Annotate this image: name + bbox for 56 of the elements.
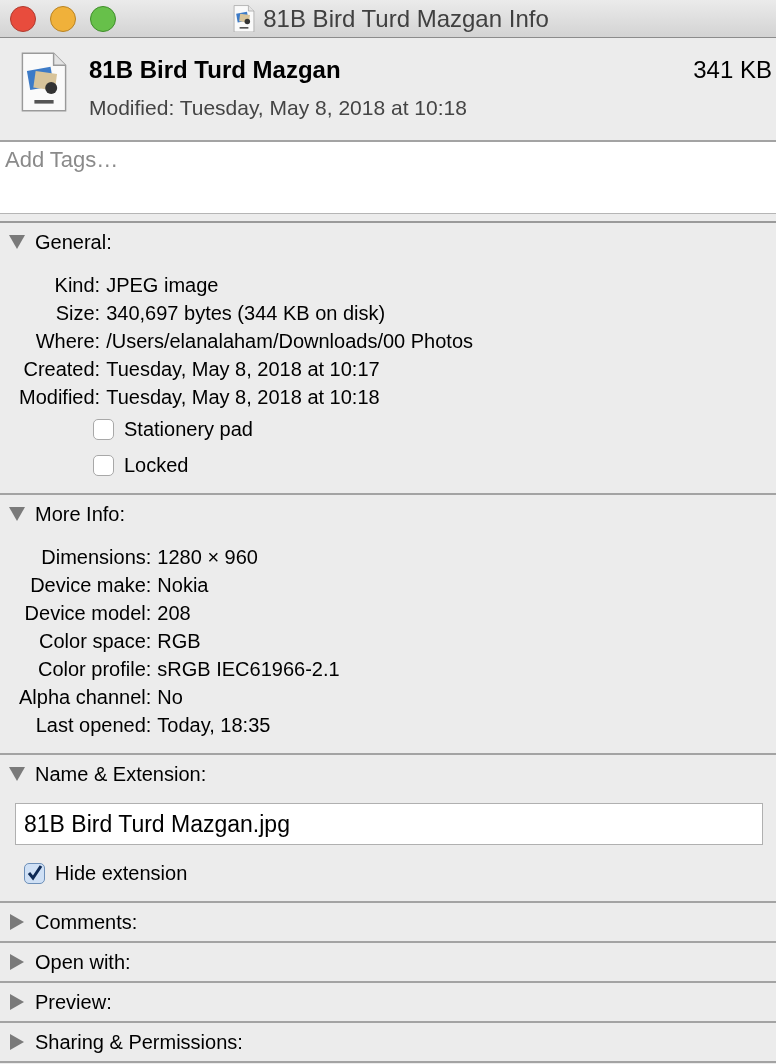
field-value: sRGB IEC61966-2.1 [157, 657, 341, 682]
field-label: Dimensions: [40, 545, 152, 570]
disclosure-triangle-icon[interactable] [10, 1034, 24, 1050]
field-label: Created: [22, 357, 101, 382]
section-title[interactable]: General: [35, 227, 112, 257]
field-label: Where: [34, 329, 101, 354]
modified-date: Modified: Tuesday, May 8, 2018 at 10:18 [89, 95, 468, 121]
image-file-icon [20, 52, 68, 112]
field-value: 340,697 bytes (344 KB on disk) [106, 301, 387, 326]
field-label: Alpha channel: [19, 685, 152, 710]
window-title: 81B Bird Turd Mazgan Info [263, 3, 549, 34]
disclosure-triangle-icon[interactable] [10, 954, 24, 970]
field-label: Device make: [29, 573, 152, 598]
zoom-button[interactable] [90, 5, 116, 32]
field-label: Color profile: [36, 657, 152, 682]
field-label: Color space: [38, 629, 152, 654]
close-button[interactable] [10, 5, 36, 32]
field-label: Device model: [23, 601, 152, 626]
tags-field[interactable]: Add Tags… [0, 142, 776, 214]
field-value: JPEG image [106, 273, 220, 298]
checkbox[interactable] [93, 418, 114, 440]
disclosure-triangle-icon[interactable] [10, 994, 24, 1010]
section-title[interactable]: Sharing & Permissions: [35, 1027, 243, 1057]
field-label: Last opened: [34, 713, 152, 738]
checkbox[interactable] [93, 454, 114, 476]
field-value: 1280 × 960 [157, 545, 259, 570]
field-value: 208 [157, 601, 192, 626]
disclosure-triangle-icon[interactable] [9, 507, 25, 521]
section-title[interactable]: Name & Extension: [35, 759, 207, 789]
file-size: 341 KB [693, 55, 772, 85]
checkmark-icon [25, 864, 44, 882]
field-label: Size: [54, 301, 101, 326]
checkbox-label[interactable]: Locked [124, 450, 189, 480]
field-value: Today, 18:35 [157, 713, 272, 738]
field-value: No [157, 685, 184, 710]
section-title[interactable]: Preview: [35, 987, 112, 1017]
disclosure-triangle-icon[interactable] [9, 235, 25, 249]
field-value: RGB [157, 629, 202, 654]
image-file-icon [233, 4, 256, 33]
field-label: Kind: [53, 273, 101, 298]
checkbox-label[interactable]: Stationery pad [124, 414, 253, 444]
section-title[interactable]: More Info: [35, 499, 126, 529]
disclosure-triangle-icon[interactable] [9, 767, 25, 781]
name-field[interactable]: 81B Bird Turd Mazgan.jpg [15, 803, 763, 845]
file-name: 81B Bird Turd Mazgan [89, 55, 341, 85]
field-value: Tuesday, May 8, 2018 at 10:17 [106, 357, 381, 382]
checkbox-label[interactable]: Hide extension [55, 858, 188, 888]
section-title[interactable]: Open with: [35, 947, 131, 977]
field-label: Modified: [19, 385, 101, 410]
field-value: /Users/elanalaham/Downloads/00 Photos [106, 329, 475, 354]
section-title[interactable]: Comments: [35, 907, 138, 937]
minimize-button[interactable] [50, 5, 76, 32]
field-value: Nokia [157, 573, 210, 598]
disclosure-triangle-icon[interactable] [10, 914, 24, 930]
checkbox[interactable] [24, 862, 45, 884]
field-value: Tuesday, May 8, 2018 at 10:18 [106, 385, 381, 410]
